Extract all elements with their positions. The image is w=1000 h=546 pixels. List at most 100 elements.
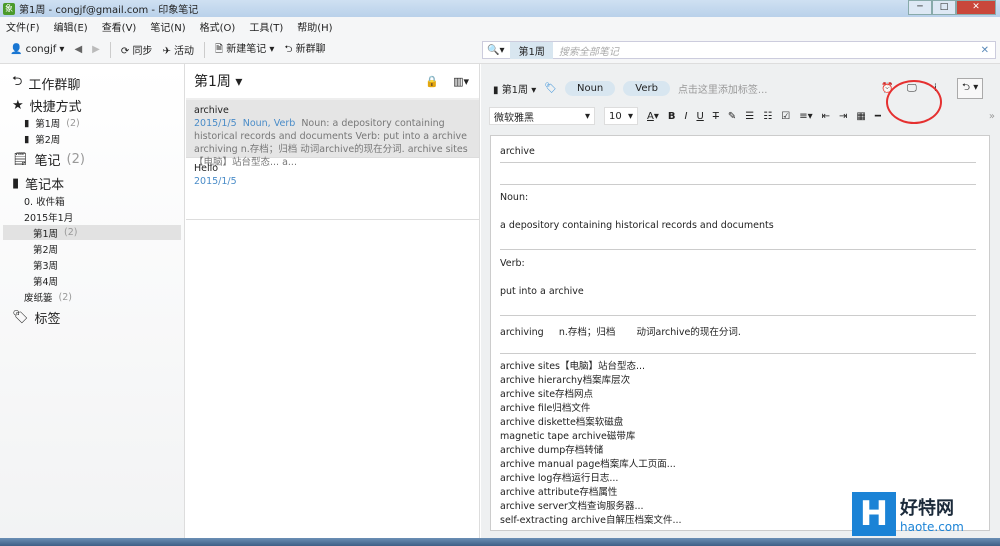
tag-icon: 🏷 xyxy=(12,310,29,325)
notebook-icon: ▮ xyxy=(12,176,20,191)
shortcut-item[interactable]: ▮ 第1周 (2) xyxy=(24,116,208,131)
content-line: a depository containing historical recor… xyxy=(500,220,774,231)
phrase-item: archive site存档网点 xyxy=(500,389,594,400)
shortcut-item[interactable]: ▮ 第2周 xyxy=(24,132,208,147)
font-select[interactable]: 微软雅黑 ▾ xyxy=(489,107,595,125)
back-button[interactable]: ◀ xyxy=(74,44,82,55)
notebook-item[interactable]: 0. 收件箱 xyxy=(0,194,184,208)
menu-help[interactable]: 帮助(H) xyxy=(297,19,332,34)
search-input[interactable]: 🔍▾ 第1周 搜索全部笔记 ✕ xyxy=(482,41,996,59)
content-line: Noun: xyxy=(500,192,529,203)
notebook-item-selected[interactable]: 第1周 (2) xyxy=(3,225,181,240)
font-color-icon[interactable]: A▾ xyxy=(647,111,659,122)
highlight-icon[interactable]: ✎ xyxy=(728,111,736,122)
sync-button[interactable]: ⟳ 同步 xyxy=(121,42,153,57)
underline-icon[interactable]: U xyxy=(696,111,703,122)
format-toolbar: 微软雅黑 ▾ 10 ▾ A▾ B I U T ✎ ☰ ☷ ☑ ≡▾ ⇤ ⇥ ▦ ━ … xyxy=(489,106,995,126)
sidebar-item-work-chat[interactable]: ⮌ 工作群聊 xyxy=(12,72,196,94)
search-icon[interactable]: 🔍▾ xyxy=(487,45,504,56)
new-note-button[interactable]: 🗎 新建笔记 ▾ xyxy=(215,40,274,59)
share-icon[interactable]: 🔒 xyxy=(425,75,439,88)
checkbox-icon[interactable]: ☑ xyxy=(781,111,790,122)
chat-icon: ⮌ xyxy=(12,74,23,89)
activity-button[interactable]: ✈ 活动 xyxy=(162,42,194,57)
view-options-icon[interactable]: ▥▾ xyxy=(453,75,469,88)
divider xyxy=(500,315,976,316)
note-icon: 🗒 xyxy=(12,152,29,167)
user-menu[interactable]: 👤 congjf ▾ xyxy=(10,44,64,55)
menu-view[interactable]: 查看(V) xyxy=(102,19,137,34)
search-placeholder: 搜索全部笔记 xyxy=(558,46,619,58)
share-button[interactable]: ⮌ ▾ xyxy=(957,77,984,99)
sidebar-item-tags[interactable]: 🏷 标签 xyxy=(12,308,196,327)
table-icon[interactable]: ▦ xyxy=(856,111,865,122)
note-editor: ▮ 第1周 ▾ 🏷 Noun Verb 点击这里添加标签... ⏰ 🖵 i ⮌ … xyxy=(481,64,1000,538)
phrase-item: archive server文档查询服务器... xyxy=(500,501,644,512)
watermark-logo: H 好特网 haote.com xyxy=(852,490,992,538)
divider xyxy=(500,184,976,185)
search-scope-chip[interactable]: 第1周 xyxy=(510,41,553,59)
phrase-item: archive manual page档案库人工页面... xyxy=(500,459,676,470)
user-icon: 👤 xyxy=(10,44,23,55)
sidebar: ⮌ 工作群聊 ★ 快捷方式 ▮ 第1周 (2) ▮ 第2周 🗒 笔记 (2) ▮ 笔记本 0. … xyxy=(0,64,185,538)
minimize-button[interactable]: ─ xyxy=(908,0,932,15)
numbered-list-icon[interactable]: ☷ xyxy=(763,111,772,122)
forward-button[interactable]: ▶ xyxy=(92,44,100,55)
notebook-icon: ▮ xyxy=(24,133,30,145)
menu-tools[interactable]: 工具(T) xyxy=(249,19,283,34)
maximize-button[interactable]: □ xyxy=(932,0,956,15)
sidebar-item-shortcuts[interactable]: ★ 快捷方式 xyxy=(12,96,196,115)
font-size-select[interactable]: 10 ▾ xyxy=(604,107,638,125)
new-chat-button[interactable]: ⮌ 新群聊 xyxy=(284,40,325,59)
notebook-item[interactable]: 第3周 xyxy=(0,258,184,272)
star-icon: ★ xyxy=(12,98,24,113)
notebook-dropdown[interactable]: 第1周 ▾ xyxy=(194,71,242,91)
bold-icon[interactable]: B xyxy=(668,111,676,122)
note-title: archive xyxy=(194,105,229,116)
phrase-item: self-extracting archive自解压档案文件... xyxy=(500,515,682,526)
content-line: put into a archive xyxy=(500,286,584,297)
outdent-icon[interactable]: ⇤ xyxy=(822,111,830,122)
tag-chip[interactable]: Verb xyxy=(623,80,670,96)
tag-icon: 🏷 xyxy=(544,82,557,94)
indent-icon[interactable]: ⇥ xyxy=(839,111,847,122)
watermark-site: haote.com xyxy=(900,520,964,534)
divider xyxy=(500,249,976,250)
notebook-item[interactable]: 第2周 xyxy=(0,242,184,256)
phrase-item: archive dump存档转储 xyxy=(500,445,604,456)
menu-file[interactable]: 文件(F) xyxy=(6,19,40,34)
content-line: archiving n.存档；归档 动词archive的现在分词. xyxy=(500,327,741,338)
add-tag-input[interactable]: 点击这里添加标签... xyxy=(678,81,768,96)
phrase-item: archive attribute存档属性 xyxy=(500,487,618,498)
divider xyxy=(204,41,206,58)
sidebar-item-notes[interactable]: 🗒 笔记 (2) xyxy=(12,150,196,169)
note-list-item[interactable]: archive 2015/1/5 Noun, Verb Noun: a depo… xyxy=(186,100,479,168)
tag-chip[interactable]: Noun xyxy=(564,80,616,96)
note-tags: Noun, Verb xyxy=(242,118,296,129)
watermark-h-icon: H xyxy=(852,492,896,536)
content-line: Verb: xyxy=(500,258,525,269)
close-button[interactable]: ✕ xyxy=(956,0,996,15)
strikethrough-icon[interactable]: T xyxy=(713,111,719,122)
menu-format[interactable]: 格式(O) xyxy=(200,19,236,34)
align-icon[interactable]: ≡▾ xyxy=(799,111,812,122)
clear-search-icon[interactable]: ✕ xyxy=(981,45,989,56)
note-content[interactable]: archive Noun: a depository containing hi… xyxy=(490,135,990,531)
notebook-selector[interactable]: ▮ 第1周 ▾ xyxy=(493,81,536,96)
trash-item[interactable]: 废纸篓 (2) xyxy=(0,290,184,305)
more-icon[interactable]: » xyxy=(989,111,995,122)
menu-edit[interactable]: 编辑(E) xyxy=(54,19,88,34)
new-note-icon: 🗎 xyxy=(215,44,224,55)
toolbar: 👤 congjf ▾ ◀ ▶ ⟳ 同步 ✈ 活动 🗎 新建笔记 ▾ ⮌ 新群聊 xyxy=(0,36,480,64)
sidebar-item-notebooks[interactable]: ▮ 笔记本 xyxy=(12,174,196,193)
menu-note[interactable]: 笔记(N) xyxy=(150,19,185,34)
phrase-item: archive diskette档案软磁盘 xyxy=(500,417,624,428)
notebook-item[interactable]: 2015年1月 xyxy=(0,210,184,224)
phrase-item: archive hierarchy档案库层次 xyxy=(500,375,631,386)
app-icon: 象 xyxy=(3,2,15,15)
horizontal-rule-icon[interactable]: ━ xyxy=(875,111,881,122)
italic-icon[interactable]: I xyxy=(685,111,688,122)
notebook-item[interactable]: 第4周 xyxy=(0,274,184,288)
bullet-list-icon[interactable]: ☰ xyxy=(745,111,754,122)
phrase-list: archive sites【电脑】站台型态... archive hierarc… xyxy=(500,360,682,528)
